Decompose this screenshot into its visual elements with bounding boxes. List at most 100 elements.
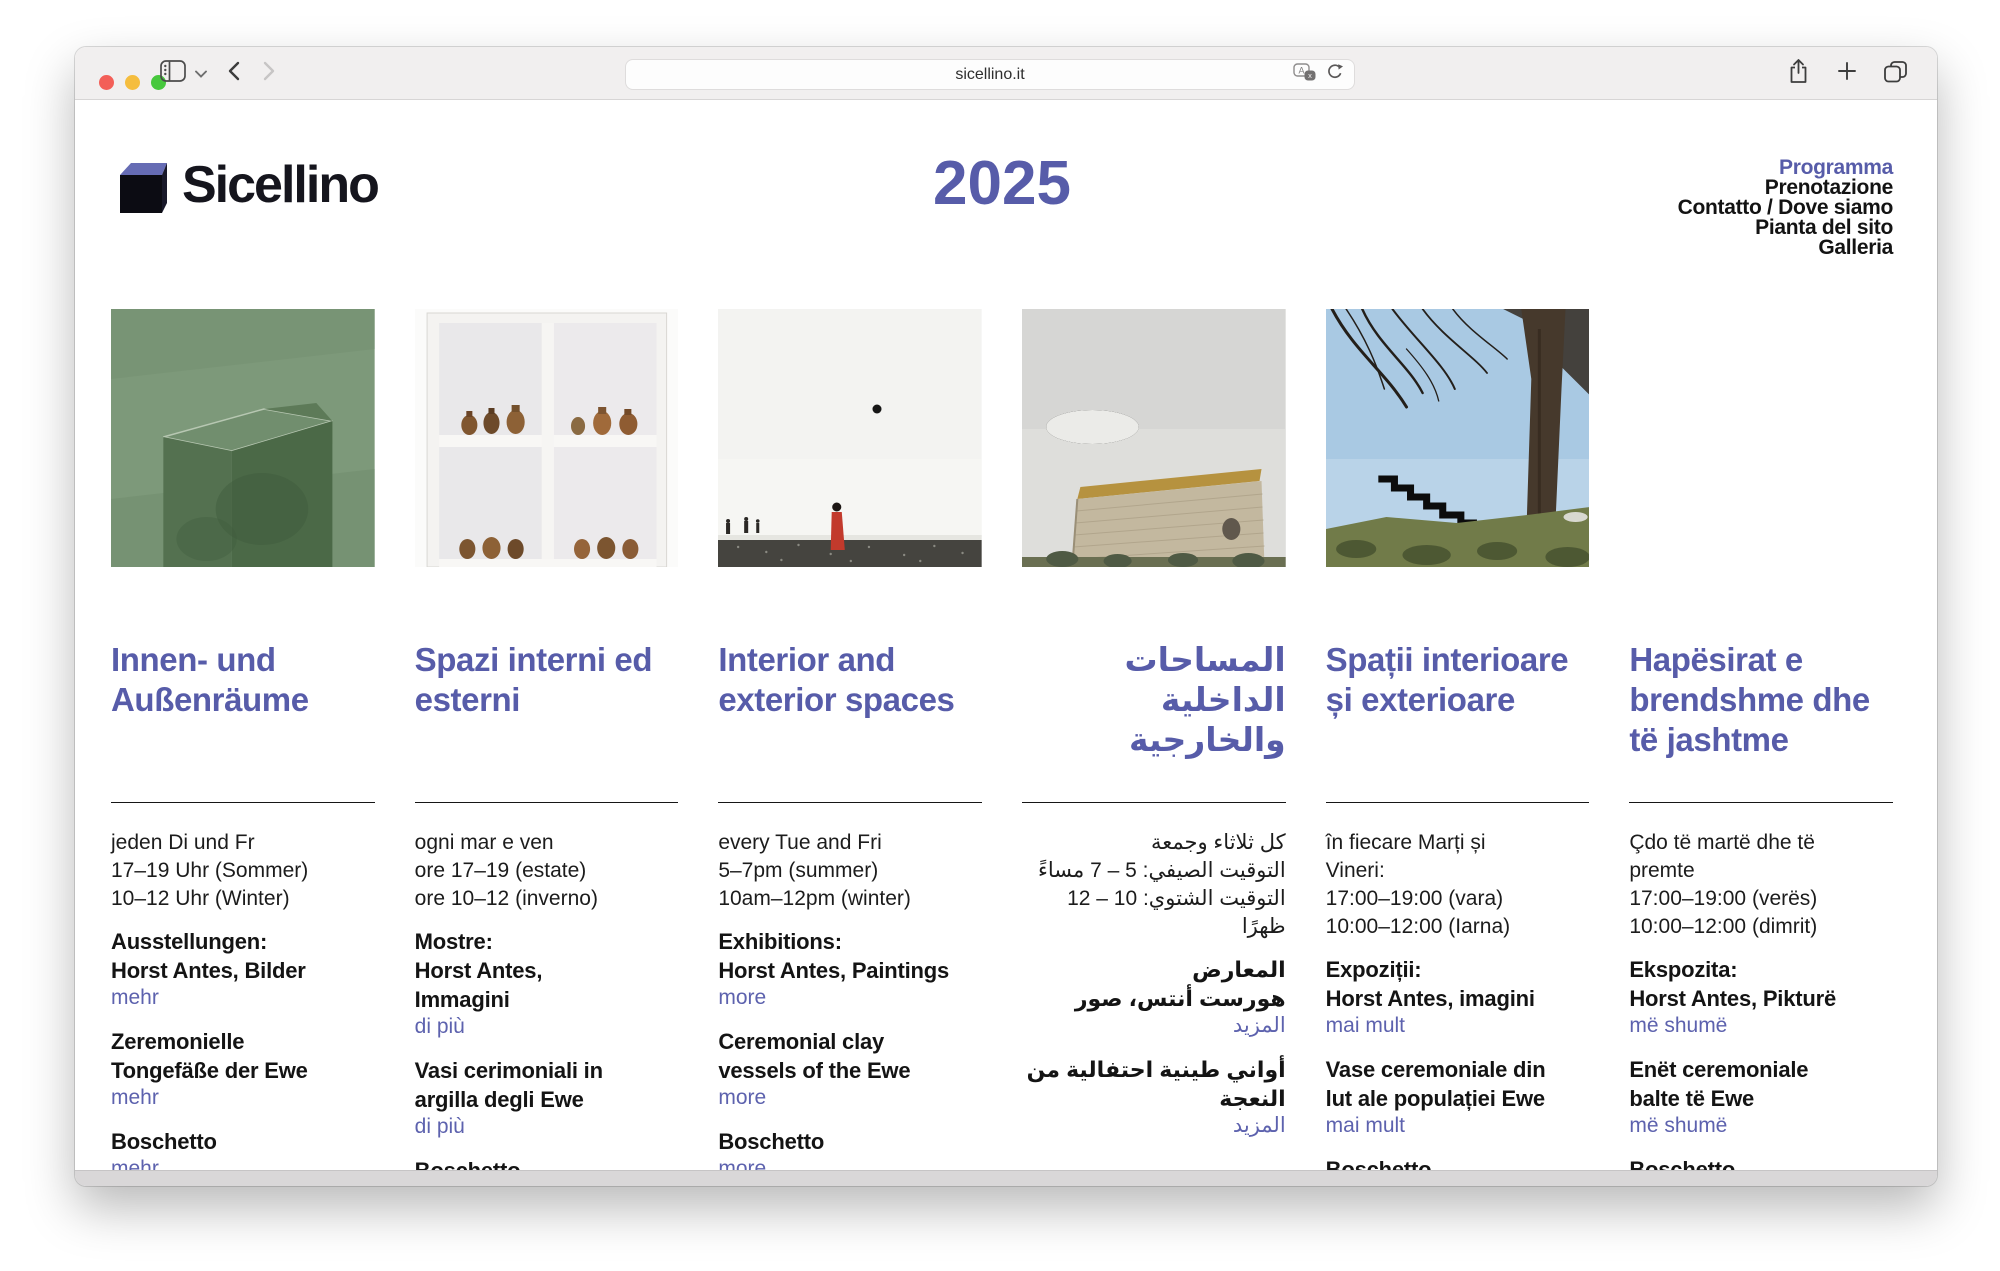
window-bottom-edge <box>75 1170 1937 1186</box>
shelf-ceramics-image[interactable] <box>415 309 679 567</box>
column-heading: Hapësirat e brendshme dhe të jashtme <box>1629 640 1893 802</box>
exhibition-title: Mostre: Horst Antes, Immagini <box>415 927 679 1014</box>
nav-prenotazione[interactable]: Prenotazione <box>1071 178 1893 198</box>
more-link[interactable]: di più <box>415 1014 679 1039</box>
exhibition-item: Vasi cerimoniali in argilla degli Ewe di… <box>415 1056 679 1139</box>
more-link[interactable]: mehr <box>111 1085 375 1110</box>
stone-building-image[interactable] <box>1022 309 1286 567</box>
tree-landscape-image[interactable] <box>1326 309 1590 567</box>
exhibition-item: Exhibitions: Horst Antes, Paintings more <box>718 927 982 1010</box>
opening-hours: jeden Di und Fr 17–19 Uhr (Sommer) 10–12… <box>111 829 375 913</box>
exhibition-item: Boschetto mai mult <box>1326 1155 1590 1170</box>
exhibition-title: Exhibitions: Horst Antes, Paintings <box>718 927 982 985</box>
exhibition-item: Expoziții: Horst Antes, imagini mai mult <box>1326 955 1590 1038</box>
exhibition-item: Zeremonielle Tongefäße der Ewe mehr <box>111 1027 375 1110</box>
forward-button[interactable] <box>253 47 285 100</box>
address-bar[interactable]: sicellino.it A x <box>625 59 1355 90</box>
more-link[interactable]: mehr <box>111 1156 375 1170</box>
safari-window: sicellino.it A x <box>75 47 1937 1186</box>
more-link[interactable]: المزيد <box>1022 1013 1286 1038</box>
more-link[interactable]: more <box>718 1085 982 1110</box>
back-button[interactable] <box>217 47 249 100</box>
minimize-window-button[interactable] <box>125 75 140 90</box>
exhibition-title: Expoziții: Horst Antes, imagini <box>1326 955 1590 1013</box>
nav-pianta[interactable]: Pianta del sito <box>1071 218 1893 238</box>
exhibition-title: Boschetto <box>415 1156 679 1170</box>
back-icon <box>227 61 240 86</box>
more-link[interactable]: mai mult <box>1326 1113 1590 1138</box>
content-grid: Innen- und Außenräume jeden Di und Fr 17… <box>111 309 1893 1170</box>
divider <box>718 802 982 803</box>
exhibition-item: Mostre: Horst Antes, Immagini di più <box>415 927 679 1039</box>
opening-hours: Çdo të martë dhe të premte 17:00–19:00 (… <box>1629 829 1893 941</box>
more-link[interactable]: mehr <box>111 985 375 1010</box>
exhibition-title: Zeremonielle Tongefäße der Ewe <box>111 1027 375 1085</box>
nav-galleria[interactable]: Galleria <box>1071 238 1893 258</box>
divider <box>1326 802 1590 803</box>
exhibition-title: Ekspozita: Horst Antes, Pikturë <box>1629 955 1893 1013</box>
divider <box>111 802 375 803</box>
close-window-button[interactable] <box>99 75 114 90</box>
svg-text:A: A <box>1298 65 1304 75</box>
year-heading: 2025 <box>933 156 1071 212</box>
share-button[interactable] <box>1781 47 1815 100</box>
tabs-overview-icon <box>1883 60 1908 88</box>
exhibition-title: Ausstellungen: Horst Antes, Bilder <box>111 927 375 985</box>
exhibition-title: Enët ceremoniale balte të Ewe <box>1629 1055 1893 1113</box>
column-heading: Interior and exterior spaces <box>718 640 982 802</box>
more-link[interactable]: di più <box>415 1114 679 1139</box>
exhibition-item: Ceremonial clay vessels of the Ewe more <box>718 1027 982 1110</box>
exhibition-title: Vasi cerimoniali in argilla degli Ewe <box>415 1056 679 1114</box>
more-link[interactable]: më shumë <box>1629 1113 1893 1138</box>
exhibition-title: Boschetto <box>1629 1155 1893 1170</box>
column-heading: Spații interioare și exterioare <box>1326 640 1590 802</box>
translate-icon[interactable]: A x <box>1293 63 1317 87</box>
empty-thumb-slot <box>1629 309 1893 567</box>
desktop: sicellino.it A x <box>0 0 2000 1271</box>
exhibition-title: Boschetto <box>718 1127 982 1156</box>
more-link[interactable]: më shumë <box>1629 1013 1893 1038</box>
more-link[interactable]: more <box>718 1156 982 1170</box>
share-icon <box>1788 58 1809 89</box>
beach-image[interactable] <box>718 309 982 567</box>
divider <box>1022 802 1286 803</box>
tab-overview-button[interactable] <box>1877 47 1913 100</box>
exhibition-title: Ceremonial clay vessels of the Ewe <box>718 1027 982 1085</box>
sidebar-menu-button[interactable] <box>191 47 211 100</box>
sidebar-toggle-button[interactable] <box>155 47 191 100</box>
nav-programma[interactable]: Programma <box>1071 158 1893 178</box>
new-tab-button[interactable] <box>1831 47 1863 100</box>
exhibition-item: Boschetto more <box>718 1127 982 1170</box>
exhibition-title: Vase ceremoniale din lut ale populației … <box>1326 1055 1590 1113</box>
column-heading: Innen- und Außenräume <box>111 640 375 802</box>
page-header: Sicellino 2025 Programma Prenotazione Co… <box>111 158 1893 260</box>
reload-icon[interactable] <box>1326 63 1344 86</box>
webpage: Sicellino 2025 Programma Prenotazione Co… <box>75 100 1937 1170</box>
more-link[interactable]: المزيد <box>1022 1113 1286 1138</box>
exhibition-item: Boschetto më shumë <box>1629 1155 1893 1170</box>
url-text: sicellino.it <box>955 66 1024 84</box>
nav-contatto[interactable]: Contatto / Dove siamo <box>1071 198 1893 218</box>
exhibition-item: المعارض هورست أنتس، صور المزيد <box>1022 955 1286 1038</box>
new-tab-icon <box>1837 61 1857 86</box>
more-link[interactable]: mai mult <box>1326 1013 1590 1038</box>
opening-hours: every Tue and Fri 5–7pm (summer) 10am–12… <box>718 829 982 913</box>
divider <box>415 802 679 803</box>
chevron-down-icon <box>195 65 207 83</box>
green-house-painting-image[interactable] <box>111 309 375 567</box>
exhibition-item: Boschetto di più <box>415 1156 679 1170</box>
column-it: Spazi interni ed esterni ogni mar e ven … <box>415 309 679 1170</box>
opening-hours: în fiecare Marți și Vineri: 17:00–19:00 … <box>1326 829 1590 941</box>
exhibition-item: Boschetto mehr <box>111 1127 375 1170</box>
column-sq: Hapësirat e brendshme dhe të jashtme Çdo… <box>1629 309 1893 1170</box>
site-logo[interactable]: Sicellino <box>111 158 933 219</box>
exhibition-item: Ekspozita: Horst Antes, Pikturë më shumë <box>1629 955 1893 1038</box>
browser-toolbar: sicellino.it A x <box>75 47 1937 100</box>
column-ar: المساحات الداخلية والخارجية كل ثلاثاء وج… <box>1022 309 1286 1170</box>
exhibition-title: أواني طينية احتفالية من النعجة <box>1022 1055 1286 1113</box>
more-link[interactable]: more <box>718 985 982 1010</box>
column-heading: المساحات الداخلية والخارجية <box>1022 640 1286 802</box>
forward-icon <box>263 61 276 86</box>
column-heading: Spazi interni ed esterni <box>415 640 679 802</box>
column-en: Interior and exterior spaces every Tue a… <box>718 309 982 1170</box>
